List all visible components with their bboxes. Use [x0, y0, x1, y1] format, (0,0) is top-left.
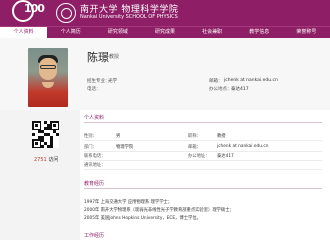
education-item: 2005年 美国Johns Hopkins University，ECE，博士学…	[84, 216, 201, 221]
profile-photo	[28, 48, 68, 107]
profile-title: 教授	[109, 54, 120, 60]
email-label: 邮箱：	[209, 79, 223, 84]
contact-phone-label: 联系电话：	[84, 154, 106, 159]
rank-label: 职称：	[188, 134, 201, 139]
mailing-address-label: 通讯地址：	[84, 163, 106, 168]
tab-profile[interactable]: 个人资料	[0, 27, 48, 38]
rank-value: 教授	[217, 134, 226, 139]
profile-name: 陈璟	[87, 51, 109, 64]
tab-resume[interactable]: 个人简历	[47, 27, 94, 38]
qr-code-icon	[32, 121, 59, 148]
university-seal-icon	[56, 3, 76, 23]
education-item: 2000年 南开大学物理系（现弱光非线性光子学教育部重点实验室）理学硕士；	[84, 208, 234, 213]
visit-count: 2751	[34, 157, 47, 163]
section-personal-title: 个人资料	[84, 115, 105, 121]
gender-label: 性别：	[84, 134, 97, 139]
department-value: 物理学院	[116, 145, 134, 150]
site-header: 100 南开大学 物理科学学院 Nankai University SCHOOL…	[0, 0, 330, 26]
office-label: 办公地点：	[209, 87, 232, 92]
section-work-title: 工作经历	[84, 233, 105, 239]
row-divider	[84, 140, 322, 141]
email-label-2: 邮箱：	[188, 145, 201, 150]
office-address-label: 办公地址：	[188, 154, 210, 159]
tab-teaching[interactable]: 教学信息	[236, 27, 283, 38]
education-item: 1997年 上海交通大学 应用物理系 理学学士；	[84, 200, 173, 205]
centennial-logo[interactable]: 100	[3, 0, 45, 26]
logo-text: 100	[24, 2, 45, 15]
major-value: 光学	[108, 79, 117, 84]
section-divider	[84, 122, 322, 123]
row-divider	[84, 151, 322, 152]
tab-honors[interactable]: 荣誉称号	[283, 27, 330, 38]
tab-research-results[interactable]: 研究成果	[141, 27, 188, 38]
row-divider	[84, 169, 322, 170]
office-value: 泰达417	[231, 87, 249, 92]
row-divider	[84, 160, 322, 161]
visit-label: 访问	[48, 157, 59, 163]
section-divider	[84, 188, 322, 189]
school-name-en: Nankai University SCHOOL OF PHYSICS	[80, 14, 178, 20]
department-label: 部门：	[84, 145, 97, 150]
tab-research-areas[interactable]: 研究领域	[94, 27, 141, 38]
visit-counter: 2751 访问	[34, 156, 58, 163]
office-address-value: 泰达417	[217, 154, 234, 159]
gender-value: 男	[116, 134, 121, 139]
email-value[interactable]: jchenk at nankai.edu.cn	[224, 78, 278, 83]
main-nav: 个人资料 个人简历 研究领域 研究成果 社会兼职 教学信息 荣誉称号	[0, 26, 330, 38]
major-label: 招生专业：	[87, 79, 110, 84]
tab-social-roles[interactable]: 社会兼职	[189, 27, 236, 38]
section-education-title: 教育经历	[84, 181, 105, 187]
phone-label: 电话：	[87, 87, 101, 92]
email-value-2[interactable]: jchenk at nankai.edu.cn	[217, 144, 268, 149]
